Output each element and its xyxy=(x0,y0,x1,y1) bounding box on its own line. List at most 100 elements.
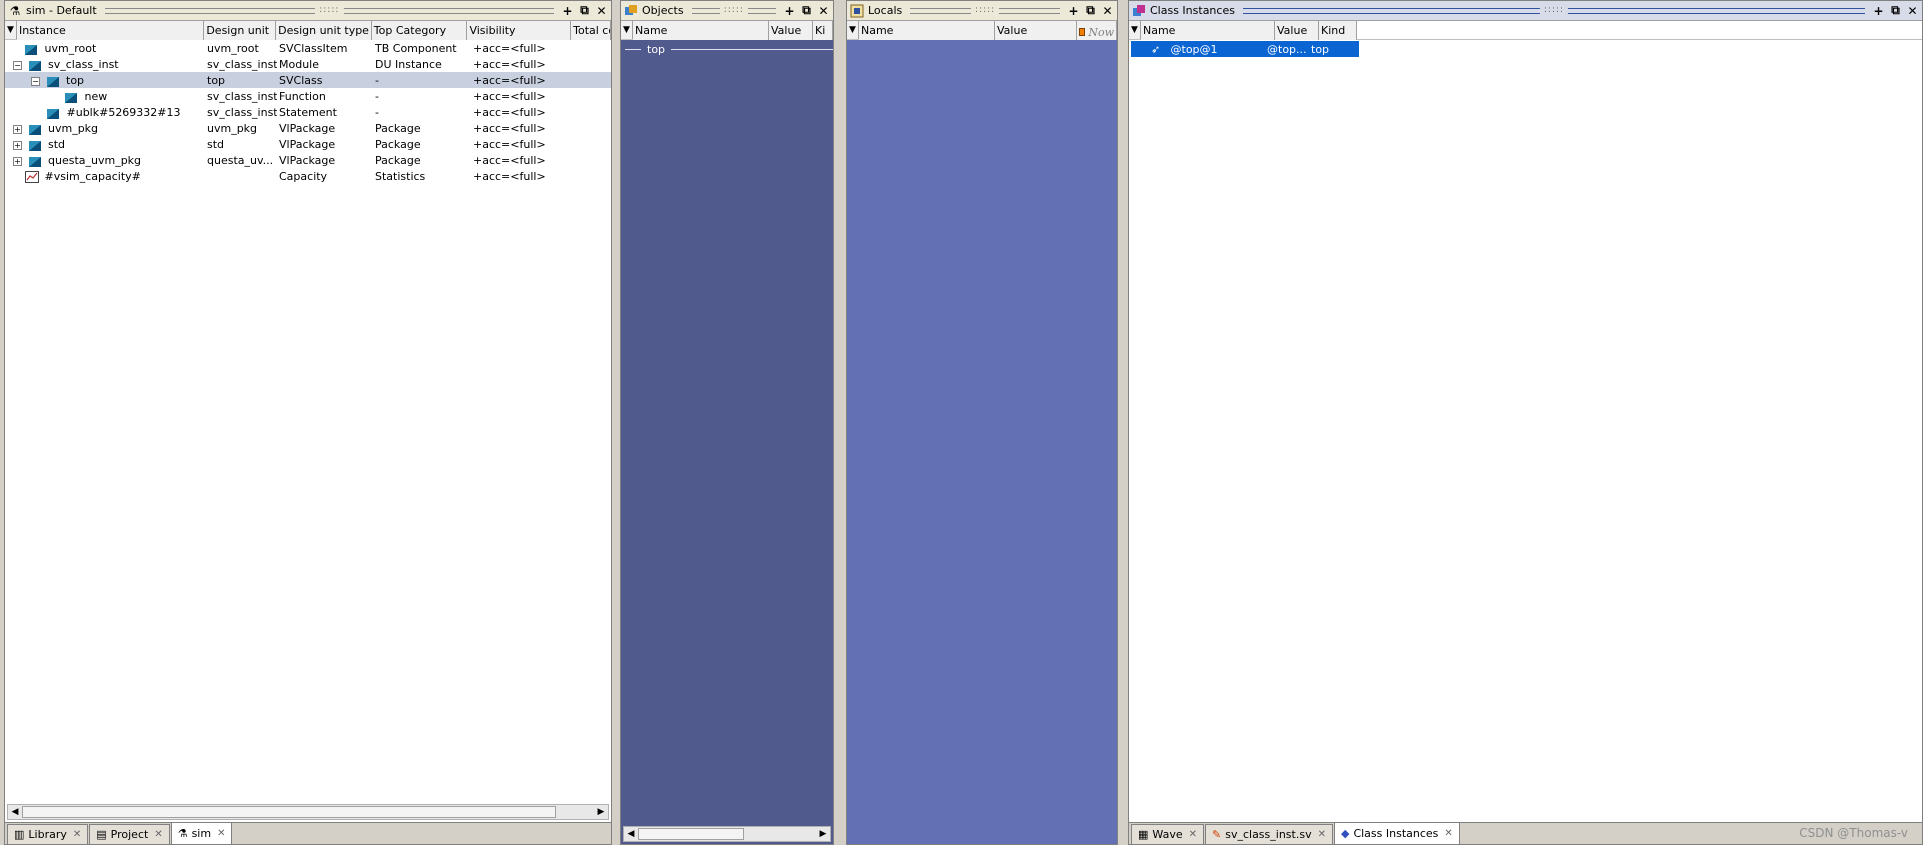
sim-tabbar: ▥ Library ✕ ▤ Project ✕ ⚗ sim ✕ xyxy=(5,822,611,844)
watermark: CSDN @Thomas-v xyxy=(1799,826,1908,840)
class-item-icon xyxy=(25,43,37,55)
tab-close-icon[interactable]: ✕ xyxy=(154,829,162,840)
tab-sim[interactable]: ⚗ sim ✕ xyxy=(170,822,233,844)
package-icon xyxy=(28,123,41,135)
scroll-thumb[interactable] xyxy=(22,806,556,818)
class-instance-row[interactable]: ➶ @top@1 @top... top xyxy=(1131,41,1359,57)
col-kind[interactable]: Ki xyxy=(813,21,833,40)
top-category: - xyxy=(375,89,379,103)
collapse-icon[interactable]: − xyxy=(13,60,22,70)
col-design-unit[interactable]: Design unit xyxy=(204,21,277,40)
tab-wave[interactable]: ▦ Wave ✕ xyxy=(1131,824,1204,844)
tab-close-icon[interactable]: ✕ xyxy=(73,829,81,840)
tree-row-new[interactable]: new sv_class_inst Function - +acc=<full> xyxy=(5,88,611,104)
visibility: +acc=<full> xyxy=(473,169,546,183)
add-icon[interactable]: + xyxy=(1871,3,1886,18)
instance-name: #ublk#5269332#13 xyxy=(66,105,181,119)
column-menu-icon[interactable]: ▼ xyxy=(847,21,859,39)
tab-project[interactable]: ▤ Project ✕ xyxy=(89,824,170,844)
top-category: Statistics xyxy=(375,169,426,183)
collapse-icon[interactable]: − xyxy=(31,76,40,86)
tab-close-icon[interactable]: ✕ xyxy=(1444,828,1452,839)
col-instance[interactable]: Instance xyxy=(16,21,205,40)
expand-icon[interactable]: + xyxy=(13,156,22,166)
col-du-type[interactable]: Design unit type xyxy=(276,21,372,40)
tab-label: Wave xyxy=(1152,828,1183,841)
tab-close-icon[interactable]: ✕ xyxy=(217,828,225,839)
du-type: SVClassItem xyxy=(279,41,348,55)
tree-row-std[interactable]: + std std VlPackage Package +acc=<full> xyxy=(5,136,611,152)
objects-hscroll[interactable]: ◀ ▶ xyxy=(623,826,831,842)
close-icon[interactable]: ✕ xyxy=(816,3,831,18)
locals-titlebar[interactable]: Locals ::::: + ⧉ ✕ xyxy=(847,1,1117,21)
undock-icon[interactable]: ⧉ xyxy=(799,3,814,18)
tab-library[interactable]: ▥ Library ✕ xyxy=(7,824,89,844)
tab-label: Library xyxy=(28,828,67,841)
scroll-right-icon[interactable]: ▶ xyxy=(594,807,608,817)
col-visibility[interactable]: Visibility xyxy=(467,21,572,40)
instance-name: #vsim_capacity# xyxy=(44,169,141,183)
tree-row-sv-class-inst[interactable]: − sv_class_inst sv_class_inst Module DU … xyxy=(5,56,611,72)
tab-close-icon[interactable]: ✕ xyxy=(1318,829,1326,840)
add-icon[interactable]: + xyxy=(560,3,575,18)
col-kind[interactable]: Kind xyxy=(1319,21,1357,40)
tree-row-vsim-capacity[interactable]: #vsim_capacity# Capacity Statistics +acc… xyxy=(5,168,611,184)
sim-titlebar[interactable]: ⚗ sim - Default ::::: + ⧉ ✕ xyxy=(5,1,611,21)
scroll-left-icon[interactable]: ◀ xyxy=(8,807,22,817)
tree-row-questa-uvm-pkg[interactable]: + questa_uvm_pkg questa_uv... VlPackage … xyxy=(5,152,611,168)
scroll-thumb[interactable] xyxy=(638,828,744,840)
add-icon[interactable]: + xyxy=(782,3,797,18)
tab-source-file[interactable]: ✎ sv_class_inst.sv ✕ xyxy=(1205,824,1333,844)
drag-grip[interactable]: ::::: xyxy=(691,4,776,15)
undock-icon[interactable]: ⧉ xyxy=(1083,3,1098,18)
instance-name: top xyxy=(66,73,85,87)
tree-row-uvm-root[interactable]: uvm_root uvm_root SVClassItem TB Compone… xyxy=(5,40,611,56)
tab-class-instances[interactable]: ◆ Class Instances ✕ xyxy=(1333,822,1460,844)
col-value[interactable]: Value xyxy=(769,21,813,40)
capacity-chart-icon xyxy=(25,170,39,183)
col-total[interactable]: Total co xyxy=(571,21,611,40)
close-icon[interactable]: ✕ xyxy=(594,3,609,18)
close-icon[interactable]: ✕ xyxy=(1905,3,1920,18)
column-menu-icon[interactable]: ▼ xyxy=(5,21,17,39)
undock-icon[interactable]: ⧉ xyxy=(577,3,592,18)
expand-icon[interactable]: + xyxy=(13,140,22,150)
col-value[interactable]: Value xyxy=(1275,21,1319,40)
du-type: Module xyxy=(279,57,319,71)
col-top-category[interactable]: Top Category xyxy=(371,21,468,40)
add-icon[interactable]: + xyxy=(1066,3,1081,18)
scroll-left-icon[interactable]: ◀ xyxy=(624,829,638,839)
objects-titlebar[interactable]: Objects ::::: + ⧉ ✕ xyxy=(621,1,833,21)
library-icon: ▥ xyxy=(14,828,25,841)
tree-row-top[interactable]: − top top SVClass - +acc=<full> xyxy=(5,72,611,88)
du-type: SVClass xyxy=(279,73,323,87)
undock-icon[interactable]: ⧉ xyxy=(1888,3,1903,18)
col-value[interactable]: Value xyxy=(995,21,1077,40)
tree-row-uvm-pkg[interactable]: + uvm_pkg uvm_pkg VlPackage Package +acc… xyxy=(5,120,611,136)
sim-hscroll[interactable]: ◀ ▶ xyxy=(7,804,609,820)
instance-name: uvm_pkg xyxy=(48,121,99,135)
column-menu-icon[interactable]: ▼ xyxy=(621,21,633,39)
visibility: +acc=<full> xyxy=(473,121,546,135)
scroll-right-icon[interactable]: ▶ xyxy=(816,829,830,839)
sim-icon: ⚗ xyxy=(177,827,188,840)
tab-close-icon[interactable]: ✕ xyxy=(1189,829,1197,840)
package-icon xyxy=(28,155,41,167)
drag-grip[interactable]: ::::: xyxy=(1242,4,1865,15)
expand-icon[interactable]: + xyxy=(13,124,22,134)
instance-kind: top xyxy=(1311,42,1330,56)
du-type: Statement xyxy=(279,105,337,119)
close-icon[interactable]: ✕ xyxy=(1100,3,1115,18)
class-instances-titlebar[interactable]: Class Instances ::::: + ⧉ ✕ xyxy=(1129,1,1922,21)
col-name[interactable]: Name xyxy=(633,21,769,40)
col-name[interactable]: Name xyxy=(1141,21,1275,40)
column-menu-icon[interactable]: ▼ xyxy=(1129,21,1141,39)
drag-grip[interactable]: ::::: xyxy=(104,4,554,15)
drag-grip[interactable]: ::::: xyxy=(910,4,1060,15)
sim-pane: ⚗ sim - Default ::::: + ⧉ ✕ ▼ Instance D… xyxy=(4,0,612,845)
visibility: +acc=<full> xyxy=(473,137,546,151)
design-unit: std xyxy=(207,137,225,151)
class-instances-title: Class Instances xyxy=(1150,4,1235,17)
tree-row-ublk[interactable]: #ublk#5269332#13 sv_class_inst Statement… xyxy=(5,104,611,120)
col-name[interactable]: Name xyxy=(859,21,995,40)
